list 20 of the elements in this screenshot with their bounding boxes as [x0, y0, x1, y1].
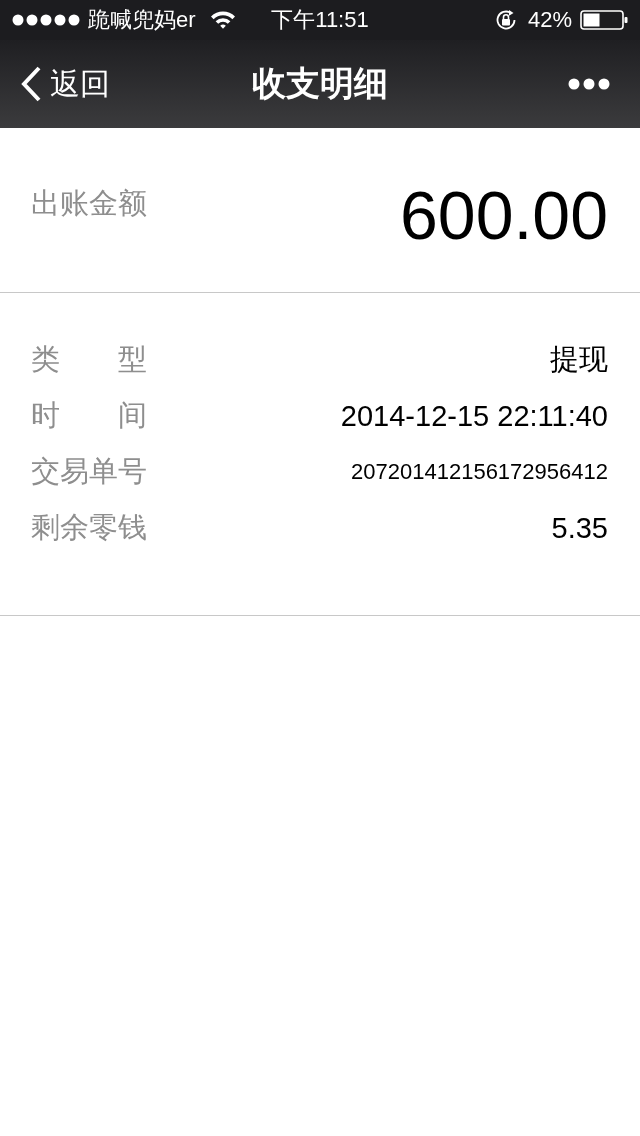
- chevron-left-icon: [20, 66, 42, 102]
- detail-value: 2014-12-15 22:11:40: [340, 399, 608, 433]
- more-icon[interactable]: [568, 78, 610, 90]
- detail-label: 剩余零钱: [31, 510, 147, 545]
- amount-value: 600.00: [400, 176, 608, 255]
- amount-label: 出账金额: [31, 186, 147, 221]
- back-button[interactable]: 返回: [20, 63, 110, 105]
- detail-label: 时 间: [31, 398, 147, 433]
- battery-icon: [580, 10, 628, 30]
- detail-label: 交易单号: [31, 454, 147, 489]
- status-time: 下午11:51: [271, 6, 369, 34]
- signal-icon: [12, 14, 80, 26]
- wifi-icon: [209, 9, 236, 29]
- page-title: 收支明细: [252, 63, 388, 104]
- detail-value: 提现: [550, 342, 608, 377]
- battery-percent: 42%: [527, 7, 572, 33]
- detail-value: 207201412156172956412: [351, 459, 608, 485]
- detail-value: 5.35: [551, 511, 608, 545]
- detail-label: 类 型: [31, 342, 147, 377]
- carrier-name: 跪喊兜妈er: [88, 6, 196, 34]
